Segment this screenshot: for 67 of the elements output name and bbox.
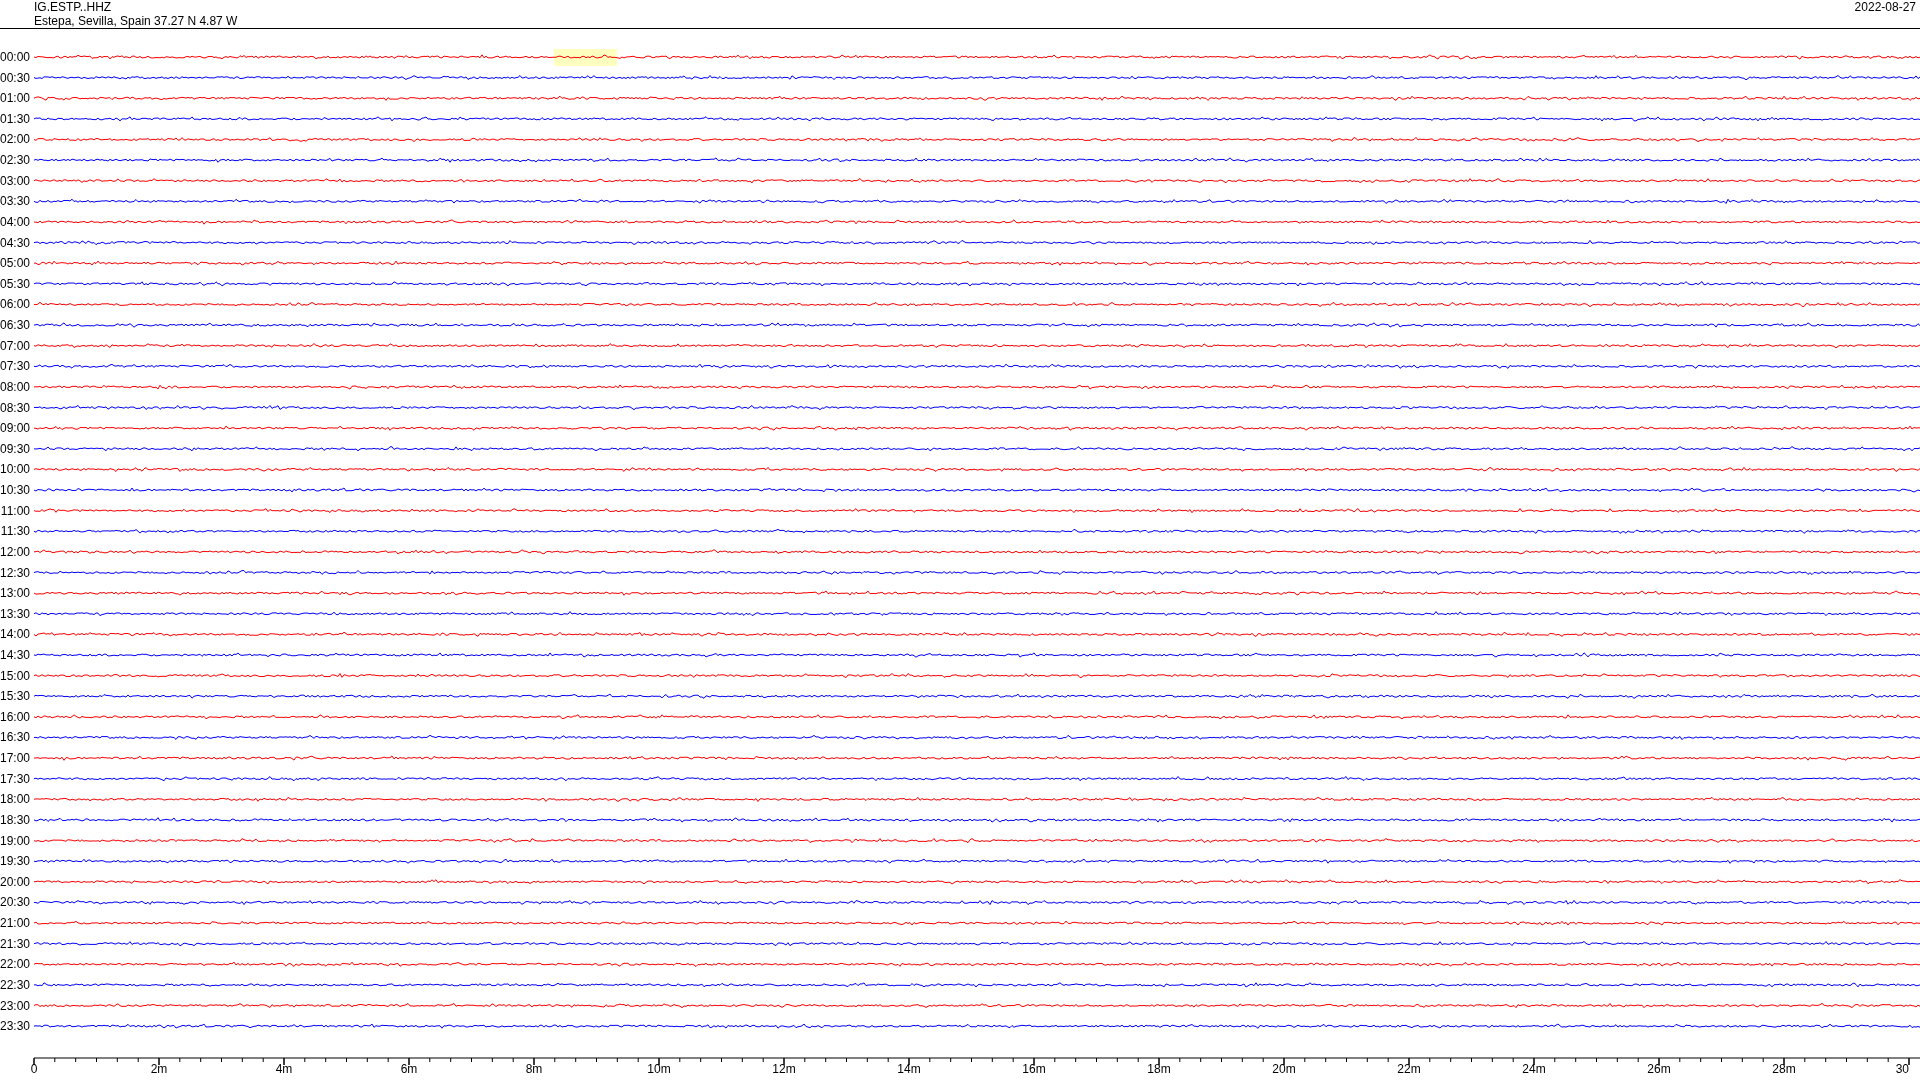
time-label: 00:00 [0,50,30,64]
axis-tick-label: 26m [1647,1062,1671,1076]
time-label: 12:00 [0,544,30,559]
time-label: 13:00 [0,586,30,601]
time-label: 11:00 [0,503,30,518]
time-label: 17:00 [0,751,30,766]
time-label: 11:30 [0,524,30,539]
time-label: 14:00 [0,627,30,642]
time-label: 01:30 [0,111,30,126]
time-label: 22:00 [0,957,30,972]
axis-tick-label: 2m [150,1062,168,1076]
time-label: 19:30 [0,854,30,869]
time-label: 06:30 [0,318,30,333]
time-label: 12:30 [0,565,30,580]
time-label: 15:00 [0,668,30,683]
time-label: 23:30 [0,1019,30,1034]
time-label: 22:30 [0,977,30,992]
axis-tick-label: 22m [1397,1062,1421,1076]
axis-tick-label: 6m [400,1062,418,1076]
time-label: 09:00 [0,421,30,436]
date-label: 2022-08-27 [1854,0,1916,14]
time-label: 20:00 [0,874,30,889]
time-label: 19:00 [0,833,30,848]
axis-tick-label: 14m [897,1062,921,1076]
time-label: 10:30 [0,483,30,497]
axis-tick-label: 28m [1772,1062,1796,1076]
time-label: 01:00 [0,91,30,106]
time-label: 05:00 [0,256,30,271]
time-label: 04:30 [0,235,30,250]
time-label: 10:00 [0,462,30,477]
time-label: 21:00 [0,916,30,931]
axis-tick-label: 4m [275,1062,293,1076]
axis-tick-label: 24m [1522,1062,1546,1076]
time-label: 20:30 [0,895,30,910]
axis-tick-label: 8m [525,1062,543,1076]
time-label: 23:00 [0,998,30,1013]
time-label: 07:00 [0,338,30,353]
time-label: 03:30 [0,194,30,209]
time-label: 18:30 [0,812,30,827]
time-label: 05:30 [0,276,30,291]
time-label: 02:00 [0,132,30,147]
station-code: IG.ESTP..HHZ [34,0,113,14]
time-label: 08:30 [0,400,30,415]
axis-tick-label: 30 [1895,1062,1909,1076]
time-label: 06:00 [0,297,30,312]
time-label: 00:30 [0,70,30,85]
axis-tick-label: 0 [30,1062,38,1076]
time-label: 15:30 [0,689,30,704]
time-label: 03:00 [0,173,30,188]
axis-tick-label: 16m [1022,1062,1046,1076]
axis-tick-label: 18m [1147,1062,1171,1076]
time-label: 16:30 [0,730,30,745]
time-label: 08:00 [0,379,30,394]
time-label: 18:00 [0,792,30,807]
axis-tick-label: 20m [1272,1062,1296,1076]
station-location: Estepa, Sevilla, Spain 37.27 N 4.87 W [34,14,238,28]
time-label: 13:30 [0,606,30,621]
time-label: 17:30 [0,771,30,786]
time-label: 02:30 [0,153,30,168]
time-label: 14:30 [0,648,30,662]
time-label: 09:30 [0,441,30,456]
time-label: 16:00 [0,709,30,724]
axis-tick-label: 10m [647,1062,671,1076]
time-label: 07:30 [0,359,30,374]
time-label: 04:00 [0,214,30,229]
axis-tick-label: 12m [772,1062,796,1076]
time-label: 21:30 [0,936,30,951]
